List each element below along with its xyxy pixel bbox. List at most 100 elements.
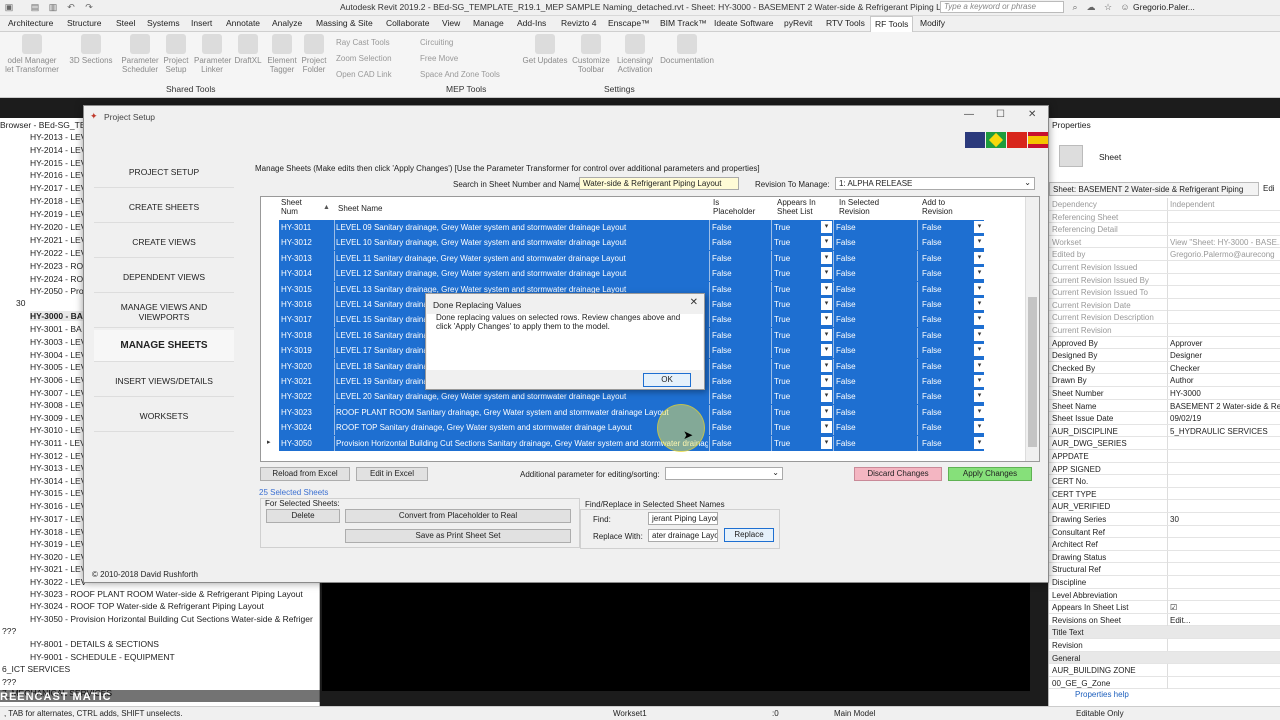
browser-item[interactable]: HY-2013 - LEV <box>30 132 86 142</box>
table-row[interactable]: HY-3022 LEVEL 20 Sanitary drainage, Grey … <box>279 389 985 405</box>
property-row[interactable]: Consultant Ref <box>1049 525 1280 539</box>
undo-icon[interactable]: ↶ <box>66 2 76 12</box>
browser-item[interactable]: HY-2023 - RO <box>30 261 83 271</box>
property-row[interactable]: Sheet Issue Date 09/02/19 <box>1049 412 1280 425</box>
browser-item[interactable]: HY-3012 - LEV <box>30 451 86 461</box>
maximize-icon[interactable]: ☐ <box>996 109 1005 120</box>
cell-sheet-num[interactable]: HY-3015 <box>281 285 335 294</box>
cell-is-placeholder[interactable]: False <box>712 300 768 309</box>
property-row[interactable]: Checked By Checker <box>1049 361 1280 375</box>
tab-modify[interactable]: Modify <box>920 18 945 28</box>
cell-sheet-name[interactable]: ROOF PLANT ROOM Sanitary drainage, Grey … <box>336 408 708 417</box>
cell-appears-in-sheet-list[interactable]: True <box>774 439 814 448</box>
dropdown-arrow-icon[interactable]: ▾ <box>821 313 832 326</box>
cell-add-to-revision[interactable]: False <box>922 315 962 324</box>
browser-item[interactable]: HY-2020 - LEV <box>30 222 86 232</box>
parameter-scheduler-button[interactable]: Parameter Scheduler <box>118 34 162 74</box>
table-row[interactable]: HY-3023 ROOF PLANT ROOM Sanitary drainage… <box>279 404 985 421</box>
property-value[interactable]: Gregorio.Palermo@aurecong <box>1170 250 1280 259</box>
cell-sheet-num[interactable]: HY-3023 <box>281 408 335 417</box>
property-row[interactable]: Structural Ref <box>1049 563 1280 576</box>
cell-appears-in-sheet-list[interactable]: True <box>774 300 814 309</box>
browser-item[interactable]: HY-3016 - LEV <box>30 501 86 511</box>
minimize-icon[interactable]: — <box>964 109 974 120</box>
cell-appears-in-sheet-list[interactable]: True <box>774 315 814 324</box>
apply-changes-button[interactable]: Apply Changes <box>948 467 1032 481</box>
property-row[interactable]: Drawn By Author <box>1049 374 1280 387</box>
cell-appears-in-sheet-list[interactable]: True <box>774 408 814 417</box>
dropdown-arrow-icon[interactable]: ▾ <box>974 267 985 280</box>
col-add-to-revision[interactable]: Add to Revision <box>922 197 982 219</box>
scrollbar-thumb[interactable] <box>1028 297 1037 447</box>
browser-item[interactable]: HY-3000 - BA <box>30 311 83 321</box>
cell-in-selected-revision[interactable]: False <box>836 408 886 417</box>
browser-item[interactable]: HY-3050 - Provision Horizontal Building … <box>30 614 313 624</box>
dropdown-arrow-icon[interactable]: ▾ <box>974 251 985 264</box>
licensing-button[interactable]: Licensing/ Activation <box>612 34 658 74</box>
delete-button[interactable]: Delete <box>266 509 340 523</box>
nav-manage-sheets[interactable]: MANAGE SHEETS <box>94 330 234 362</box>
cell-sheet-name[interactable]: LEVEL 11 Sanitary drainage, Grey Water s… <box>336 254 708 263</box>
cell-sheet-num[interactable]: HY-3019 <box>281 346 335 355</box>
dropdown-arrow-icon[interactable]: ▾ <box>974 375 985 387</box>
flag-brazil-icon[interactable] <box>986 132 1006 148</box>
3d-sections-button[interactable]: 3D Sections <box>68 34 114 65</box>
dropdown-arrow-icon[interactable]: ▾ <box>821 328 832 341</box>
dropdown-arrow-icon[interactable]: ▾ <box>974 390 985 403</box>
property-row[interactable]: General <box>1049 651 1280 665</box>
dropdown-arrow-icon[interactable]: ▾ <box>821 436 832 449</box>
dropdown-arrow-icon[interactable]: ▾ <box>821 282 832 295</box>
cell-is-placeholder[interactable]: False <box>712 377 768 386</box>
dropdown-arrow-icon[interactable]: ▾ <box>974 405 985 418</box>
free-move[interactable]: Free Move <box>420 54 458 63</box>
convert-placeholder-button[interactable]: Convert from Placeholder to Real <box>345 509 571 523</box>
browser-item[interactable]: HY-2024 - RO <box>30 274 83 284</box>
col-sheet-name[interactable]: Sheet Name <box>338 197 638 219</box>
property-row[interactable]: APP SIGNED <box>1049 462 1280 476</box>
cell-in-selected-revision[interactable]: False <box>836 285 886 294</box>
tab-manage[interactable]: Manage <box>473 18 504 28</box>
browser-item[interactable]: HY-3015 - LEV <box>30 488 86 498</box>
circuiting[interactable]: Circuiting <box>420 38 453 47</box>
cell-sheet-name[interactable]: LEVEL 12 Sanitary drainage, Grey Water s… <box>336 269 708 278</box>
cell-add-to-revision[interactable]: False <box>922 238 962 247</box>
cell-add-to-revision[interactable]: False <box>922 392 962 401</box>
property-row[interactable]: Current Revision Date <box>1049 298 1280 312</box>
table-row[interactable]: HY-3012 LEVEL 10 Sanitary drainage, Grey … <box>279 235 985 251</box>
nav-dependent-views[interactable]: DEPENDENT VIEWS <box>94 261 234 293</box>
cell-appears-in-sheet-list[interactable]: True <box>774 238 814 247</box>
flag-uk-icon[interactable] <box>965 132 985 148</box>
editable-only-toggle[interactable]: Editable Only <box>1076 709 1124 718</box>
cell-in-selected-revision[interactable]: False <box>836 377 886 386</box>
dropdown-arrow-icon[interactable]: ▾ <box>974 298 985 310</box>
tab-structure[interactable]: Structure <box>67 18 102 28</box>
replace-button[interactable]: Replace <box>724 528 774 542</box>
tab-pyrevit[interactable]: pyRevit <box>784 18 812 28</box>
dropdown-arrow-icon[interactable]: ▾ <box>974 436 985 449</box>
customize-toolbar-button[interactable]: Customize Toolbar <box>568 34 614 74</box>
property-row[interactable]: Current Revision <box>1049 324 1280 337</box>
property-row[interactable]: Architect Ref <box>1049 538 1280 551</box>
property-value[interactable]: 09/02/19 <box>1170 414 1280 423</box>
table-row[interactable]: HY-3013 LEVEL 11 Sanitary drainage, Grey … <box>279 250 985 267</box>
browser-item[interactable]: HY-3022 - LEV <box>30 577 86 587</box>
workset-selector[interactable]: Workset1 <box>613 709 647 718</box>
browser-item[interactable]: HY-2021 - LEV <box>30 235 86 245</box>
nav-create-views[interactable]: CREATE VIEWS <box>94 226 234 258</box>
tab-revizto[interactable]: Revizto 4 <box>561 18 596 28</box>
browser-item[interactable]: HY-2017 - LEV <box>30 183 86 193</box>
cell-appears-in-sheet-list[interactable]: True <box>774 346 814 355</box>
browser-item[interactable]: HY-3006 - LEV <box>30 375 86 385</box>
cell-is-placeholder[interactable]: False <box>712 362 768 371</box>
cell-appears-in-sheet-list[interactable]: True <box>774 254 814 263</box>
binoculars-icon[interactable]: ⌕ <box>1070 2 1080 12</box>
property-value[interactable]: Checker <box>1170 364 1280 373</box>
property-row[interactable]: Current Revision Description <box>1049 311 1280 324</box>
cell-appears-in-sheet-list[interactable]: True <box>774 362 814 371</box>
cloud-icon[interactable]: ☁ <box>1086 2 1096 12</box>
browser-item[interactable]: ??? <box>2 677 16 687</box>
cell-add-to-revision[interactable]: False <box>922 285 962 294</box>
tab-annotate[interactable]: Annotate <box>226 18 260 28</box>
cell-in-selected-revision[interactable]: False <box>836 300 886 309</box>
draftxl-button[interactable]: DraftXL <box>232 34 264 65</box>
